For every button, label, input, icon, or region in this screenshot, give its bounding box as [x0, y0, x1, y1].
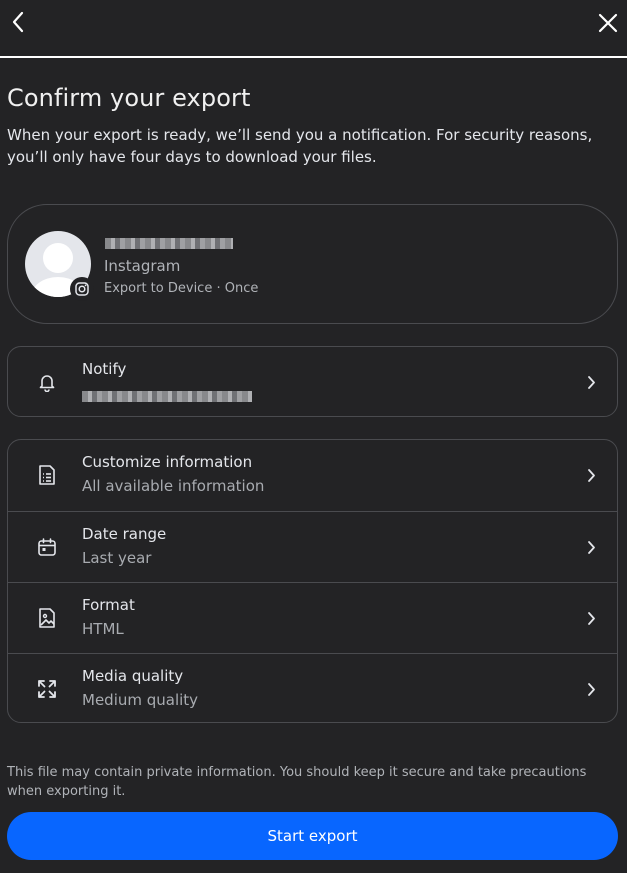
media-quality-row[interactable]: Media quality Medium quality	[8, 653, 617, 724]
chevron-right-icon	[585, 538, 597, 556]
page-title: Confirm your export	[7, 84, 251, 112]
instagram-icon	[70, 277, 94, 301]
customize-information-row[interactable]: Customize information All available info…	[8, 440, 617, 511]
chevron-right-icon	[585, 609, 597, 627]
export-settings-list: Customize information All available info…	[7, 439, 618, 723]
start-export-button[interactable]: Start export	[7, 812, 618, 860]
date-range-row[interactable]: Date range Last year	[8, 511, 617, 582]
document-list-icon	[36, 464, 58, 486]
notify-row[interactable]: Notify	[7, 346, 618, 417]
row-label: Format	[82, 596, 135, 614]
row-label: Date range	[82, 525, 167, 543]
account-app-name: Instagram	[104, 257, 181, 275]
image-file-icon	[36, 607, 58, 629]
row-label: Media quality	[82, 667, 184, 685]
notify-label: Notify	[82, 360, 127, 378]
chevron-right-icon	[585, 373, 597, 391]
chevron-left-icon[interactable]	[6, 10, 30, 34]
row-value: Last year	[82, 549, 152, 567]
close-icon[interactable]	[595, 10, 621, 36]
chevron-right-icon	[585, 466, 597, 484]
row-value: HTML	[82, 620, 124, 638]
page-subtitle: When your export is ready, we’ll send yo…	[7, 126, 593, 166]
header-divider	[0, 56, 627, 58]
calendar-icon	[36, 536, 58, 558]
chevron-right-icon	[585, 680, 597, 698]
account-card: Instagram Export to Device · Once	[7, 204, 618, 324]
format-row[interactable]: Format HTML	[8, 582, 617, 653]
account-name-redacted	[105, 238, 233, 249]
account-export-meta: Export to Device · Once	[104, 281, 259, 296]
bell-icon	[36, 371, 58, 393]
privacy-disclaimer: This file may contain private informatio…	[7, 765, 587, 799]
expand-arrows-icon	[36, 678, 58, 700]
top-bar	[0, 0, 627, 56]
notify-target-redacted	[82, 391, 252, 402]
row-value: All available information	[82, 477, 265, 495]
row-value: Medium quality	[82, 691, 199, 709]
row-label: Customize information	[82, 453, 253, 471]
